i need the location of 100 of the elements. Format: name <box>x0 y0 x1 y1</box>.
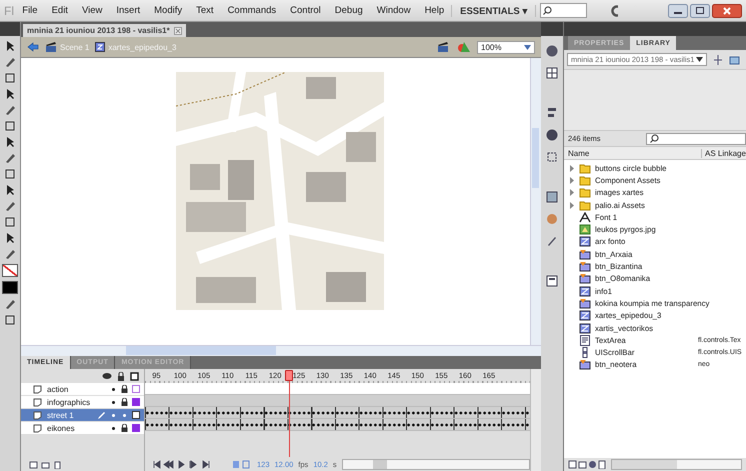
symbol-icon <box>579 322 591 334</box>
lock-icon[interactable] <box>121 398 128 406</box>
maximize-icon[interactable] <box>690 4 710 18</box>
tool-icon[interactable] <box>4 168 16 180</box>
layer-name: eikones <box>47 424 76 432</box>
menu-item[interactable]: Insert <box>109 5 148 16</box>
symbol-icon <box>579 286 591 297</box>
search-field[interactable] <box>646 132 746 144</box>
tool-icon[interactable] <box>4 120 16 132</box>
column-header[interactable]: AS Linkage <box>702 148 746 158</box>
new-layer-icon[interactable] <box>29 460 38 469</box>
swatches-icon[interactable] <box>545 190 559 204</box>
menu-item[interactable]: Help <box>418 5 452 16</box>
keyframe-strip[interactable] <box>145 407 530 419</box>
layer-color-square[interactable] <box>132 424 140 432</box>
button-symbol-icon <box>579 359 591 370</box>
folder-icon <box>579 200 591 211</box>
fill-color-swatch[interactable] <box>2 281 18 294</box>
layer-name: street 1 <box>47 410 75 420</box>
outline-icon[interactable] <box>130 372 139 380</box>
vertical-scrollbar[interactable] <box>530 58 541 345</box>
pin-icon[interactable] <box>712 54 724 66</box>
tool-icon[interactable] <box>4 184 16 196</box>
keyframe-strip[interactable] <box>145 419 530 431</box>
tool-icon[interactable] <box>4 152 16 164</box>
tool-icon[interactable] <box>4 72 16 84</box>
button-symbol-icon <box>579 298 591 309</box>
horizontal-scrollbar[interactable] <box>342 459 530 470</box>
align-icon[interactable] <box>545 106 559 120</box>
tool-icon[interactable] <box>4 56 16 68</box>
menu-item[interactable]: File <box>15 5 45 16</box>
search-icon <box>650 134 659 143</box>
close-icon[interactable] <box>712 4 742 18</box>
menu-item[interactable]: View <box>74 5 110 16</box>
layer-name: infographics <box>47 398 92 406</box>
components-icon[interactable] <box>545 274 559 288</box>
layer-row[interactable]: eikones <box>21 422 144 435</box>
minimize-icon[interactable] <box>668 4 688 18</box>
trash-icon[interactable] <box>53 460 62 469</box>
font-icon <box>579 212 591 223</box>
menu-item[interactable]: Edit <box>44 5 75 16</box>
zoom-dropdown[interactable]: 100% <box>477 40 535 54</box>
tool-icon[interactable] <box>4 104 16 116</box>
tool-icon[interactable] <box>4 232 16 244</box>
menu-item[interactable]: Text <box>189 5 221 16</box>
tool-icon[interactable] <box>4 200 16 212</box>
tool-icon[interactable] <box>4 216 16 228</box>
menu-item[interactable]: Window <box>370 5 418 16</box>
clapper-icon[interactable] <box>437 41 451 53</box>
column-header[interactable]: Name <box>564 148 702 158</box>
back-arrow-icon[interactable] <box>27 42 39 52</box>
expand-arrow-icon[interactable] <box>569 202 575 209</box>
horizontal-scrollbar[interactable] <box>611 459 742 470</box>
symbol-icon <box>95 42 106 52</box>
lock-dot[interactable] <box>123 414 126 416</box>
lock-icon[interactable] <box>121 424 128 432</box>
layer-row[interactable]: action <box>21 383 144 396</box>
tool-icon[interactable] <box>4 248 16 260</box>
tool-icon[interactable] <box>4 298 16 310</box>
stroke-color-swatch[interactable] <box>2 264 18 277</box>
layer-row[interactable]: street 1 <box>21 409 144 422</box>
new-library-icon[interactable] <box>729 54 741 66</box>
visibility-dot[interactable] <box>112 414 115 416</box>
caret-icon <box>524 44 531 50</box>
menu-item[interactable]: Debug <box>328 5 370 16</box>
expand-arrow-icon[interactable] <box>569 176 575 184</box>
grid-icon[interactable] <box>545 66 559 80</box>
tool-icon[interactable] <box>4 314 16 326</box>
library-actions[interactable] <box>568 460 608 469</box>
menu-item[interactable]: Modify <box>147 5 190 16</box>
new-folder-icon[interactable] <box>41 460 50 469</box>
expand-arrow-icon[interactable] <box>569 164 575 172</box>
tool-icon[interactable] <box>4 40 16 52</box>
layer-name: action <box>47 384 70 394</box>
lock-icon[interactable] <box>121 385 128 393</box>
search-field[interactable] <box>540 3 588 18</box>
lock-icon[interactable] <box>117 372 125 380</box>
folder-icon <box>579 162 591 174</box>
symbol-icon <box>579 236 591 248</box>
eye-icon[interactable] <box>102 372 112 380</box>
transform-icon[interactable] <box>545 150 559 164</box>
close-icon[interactable] <box>174 26 182 34</box>
tool-icon[interactable] <box>4 136 16 148</box>
layer-row[interactable]: infographics <box>21 396 144 409</box>
tool-icon[interactable] <box>4 88 16 100</box>
layer-color-square[interactable] <box>132 411 140 419</box>
folder-icon <box>579 187 591 198</box>
visibility-dot[interactable] <box>112 426 115 430</box>
document-tab[interactable]: mninia 21 iouniou 2013 198 - vasilis1* <box>23 24 186 37</box>
visibility-dot[interactable] <box>112 400 115 404</box>
folder-icon <box>579 174 591 186</box>
layer-color-square[interactable] <box>132 398 140 406</box>
vertical-scrollbar[interactable] <box>530 369 541 471</box>
menu-item[interactable]: Control <box>283 5 328 16</box>
horizontal-scrollbar[interactable] <box>21 345 541 356</box>
visibility-dot[interactable] <box>112 388 115 390</box>
menu-item[interactable]: Commands <box>220 5 284 16</box>
layer-color-square[interactable] <box>132 385 140 393</box>
workspace-switcher[interactable]: ESSENTIALS ▾ <box>451 4 536 16</box>
expand-arrow-icon[interactable] <box>569 189 575 196</box>
